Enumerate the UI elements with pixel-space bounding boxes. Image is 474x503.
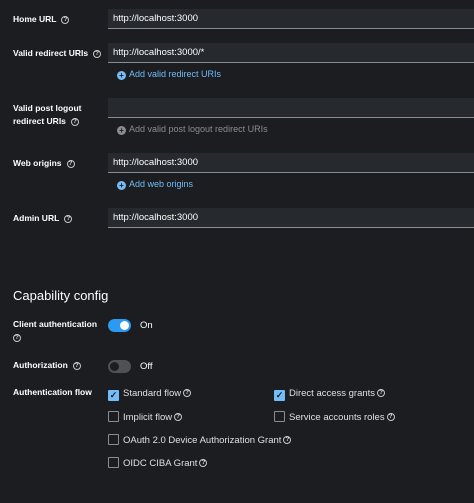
direct-access-checkbox[interactable]: ✓: [274, 390, 285, 401]
client-auth-label: Client authentication ?: [13, 318, 97, 344]
add-web-origins-button[interactable]: + Add web origins: [117, 178, 193, 190]
add-valid-redirect-text: Add valid redirect URIs: [129, 69, 222, 79]
client-auth-toggle[interactable]: [108, 319, 131, 332]
implicit-flow-checkbox-row[interactable]: Implicit flow?: [108, 411, 183, 424]
plus-circle-icon: +: [117, 126, 126, 135]
ciba-label: OIDC CIBA Grant: [123, 458, 198, 469]
oauth-device-checkbox[interactable]: [108, 434, 119, 445]
plus-circle-icon: +: [117, 181, 126, 190]
home-url-label-text: Home URL: [13, 14, 57, 24]
authorization-state: Off: [140, 361, 153, 372]
post-logout-label: Valid post logout redirect URIs?: [13, 102, 81, 128]
valid-redirect-label-text: Valid redirect URIs: [13, 48, 89, 58]
web-origins-label-text: Web origins: [13, 158, 62, 168]
oauth-device-checkbox-row[interactable]: OAuth 2.0 Device Authorization Grant?: [108, 434, 292, 447]
implicit-flow-checkbox[interactable]: [108, 411, 119, 422]
standard-flow-checkbox-row[interactable]: ✓ Standard flow?: [108, 388, 192, 401]
admin-url-label: Admin URL?: [13, 212, 73, 225]
ciba-checkbox[interactable]: [108, 457, 119, 468]
add-valid-redirect-button[interactable]: + Add valid redirect URIs: [117, 68, 221, 80]
help-icon[interactable]: ?: [93, 49, 102, 58]
standard-flow-checkbox[interactable]: ✓: [108, 390, 119, 401]
admin-url-label-text: Admin URL: [13, 213, 60, 223]
authorization-label-text: Authorization: [13, 360, 68, 370]
admin-url-input[interactable]: http://localhost:3000: [108, 208, 474, 228]
post-logout-label-line1: Valid post logout: [13, 103, 82, 113]
help-icon[interactable]: ?: [72, 361, 81, 370]
home-url-label: Home URL?: [13, 13, 70, 26]
add-web-origins-text: Add web origins: [129, 179, 194, 189]
add-post-logout-text: Add valid post logout redirect URIs: [129, 124, 268, 134]
plus-circle-icon: +: [117, 71, 126, 80]
help-icon[interactable]: ?: [377, 389, 386, 398]
post-logout-label-line2: redirect URIs: [13, 116, 66, 126]
standard-flow-label: Standard flow: [123, 388, 182, 399]
capability-config-title: Capability config: [13, 288, 109, 303]
help-icon[interactable]: ?: [283, 436, 292, 445]
web-origins-label: Web origins?: [13, 157, 75, 170]
help-icon[interactable]: ?: [70, 117, 79, 126]
client-auth-state: On: [140, 320, 153, 331]
service-accounts-label: Service accounts roles: [289, 412, 385, 423]
service-accounts-checkbox-row[interactable]: Service accounts roles?: [274, 411, 395, 424]
home-url-input[interactable]: http://localhost:3000: [108, 9, 474, 29]
valid-redirect-label: Valid redirect URIs?: [13, 47, 102, 60]
help-icon[interactable]: ?: [13, 333, 21, 342]
help-icon[interactable]: ?: [61, 15, 70, 24]
toggle-knob: [110, 362, 119, 371]
direct-access-checkbox-row[interactable]: ✓ Direct access grants?: [274, 388, 386, 401]
help-icon[interactable]: ?: [64, 214, 73, 223]
client-auth-label-text: Client authentication: [13, 319, 98, 329]
service-accounts-checkbox[interactable]: [274, 411, 285, 422]
help-icon[interactable]: ?: [174, 413, 183, 422]
auth-flow-label: Authentication flow: [13, 387, 92, 397]
help-icon[interactable]: ?: [66, 159, 75, 168]
post-logout-input[interactable]: [108, 98, 474, 118]
ciba-checkbox-row[interactable]: OIDC CIBA Grant?: [108, 457, 208, 470]
implicit-flow-label: Implicit flow: [123, 412, 173, 423]
oauth-device-label: OAuth 2.0 Device Authorization Grant: [123, 435, 282, 446]
valid-redirect-input[interactable]: http://localhost:3000/*: [108, 43, 474, 63]
help-icon[interactable]: ?: [183, 389, 192, 398]
authorization-toggle[interactable]: [108, 360, 131, 373]
add-post-logout-button[interactable]: + Add valid post logout redirect URIs: [117, 123, 268, 135]
toggle-knob: [120, 321, 129, 330]
help-icon[interactable]: ?: [386, 413, 395, 422]
authorization-label: Authorization?: [13, 359, 81, 372]
web-origins-input[interactable]: http://localhost:3000: [108, 153, 474, 173]
direct-access-label: Direct access grants: [289, 388, 376, 399]
help-icon[interactable]: ?: [199, 459, 208, 468]
